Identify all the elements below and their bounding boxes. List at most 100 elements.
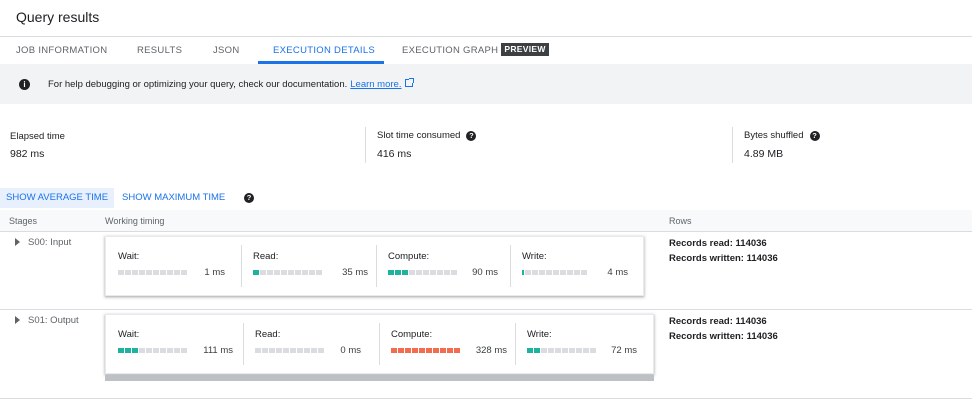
timing-value: 35 ms — [342, 267, 368, 278]
timing-bar-cell — [546, 270, 552, 275]
elapsed-time-label: Elapsed time — [10, 131, 65, 142]
timing-bar-cell-filled — [395, 270, 401, 275]
timing-bar-cell — [576, 348, 582, 353]
rows-info: Records read: 114036 Records written: 11… — [669, 314, 778, 344]
timing-bar-cell — [167, 270, 173, 275]
tab-job-information[interactable]: JOB INFORMATION — [16, 37, 107, 64]
timing-bar-cell-filled — [433, 348, 439, 353]
timing-bar-cell — [153, 348, 159, 353]
timing-bar — [522, 270, 587, 275]
timing-segment: Read: 0 ms — [243, 315, 379, 373]
tab-results[interactable]: RESULTS — [137, 37, 182, 64]
timing-bar-cell-filled — [534, 348, 540, 353]
timing-bar-cell-filled — [132, 348, 138, 353]
slot-time-value: 416 ms — [377, 148, 412, 160]
timing-label: Compute: — [391, 329, 433, 340]
timing-bar — [255, 348, 324, 353]
timing-bar-cell — [581, 270, 587, 275]
timing-bar-cell — [125, 270, 131, 275]
bytes-shuffled-label-text: Bytes shuffled — [744, 130, 804, 141]
timing-label: Wait: — [118, 251, 140, 262]
timing-value: 90 ms — [472, 267, 498, 278]
timing-bar-cell — [295, 270, 301, 275]
timing-value: 0 ms — [340, 345, 361, 356]
stat-divider — [732, 127, 733, 163]
timing-bar-cell — [437, 270, 443, 275]
timing-bar-cell-filled — [447, 348, 453, 353]
slot-time-label: Slot time consumed? — [377, 130, 477, 141]
timing-segment: Wait: 1 ms — [106, 237, 241, 295]
timing-bar-cell — [160, 270, 166, 275]
timing-bar-cell-filled — [398, 348, 404, 353]
learn-more-link[interactable]: Learn more. — [350, 79, 401, 90]
preview-badge: PREVIEW — [501, 43, 549, 56]
timing-bar-cell — [567, 270, 573, 275]
timing-bar — [391, 348, 460, 353]
horizontal-scrollbar[interactable] — [105, 375, 654, 381]
timing-bar-cell — [174, 348, 180, 353]
timing-bar-cell — [283, 348, 289, 353]
timing-segment: Write: 4 ms — [510, 237, 643, 295]
timing-bar-cell — [451, 270, 457, 275]
stage-row-toggle[interactable]: S01: Output — [15, 315, 79, 326]
timing-bar-cell — [174, 270, 180, 275]
show-average-time-button[interactable]: SHOW AVERAGE TIME — [0, 188, 115, 208]
timing-bar-cell — [269, 348, 275, 353]
timing-bar-cell — [304, 348, 310, 353]
timing-bar-cell — [590, 348, 596, 353]
timing-bar-cell — [146, 270, 152, 275]
timing-bar-cell — [423, 270, 429, 275]
timing-bar-cell — [444, 270, 450, 275]
timing-bar — [118, 348, 187, 353]
timing-bar-cell — [532, 270, 538, 275]
help-icon[interactable]: ? — [244, 193, 254, 203]
timing-bar-cell — [416, 270, 422, 275]
timing-bar-cell — [539, 270, 545, 275]
external-link-icon — [405, 78, 415, 87]
timing-bar-cell — [139, 270, 145, 275]
timing-bar-cell-filled — [419, 348, 425, 353]
timing-label: Wait: — [118, 329, 140, 340]
help-icon[interactable]: ? — [809, 131, 820, 141]
timing-bar — [388, 270, 457, 275]
timing-bar-cell — [267, 270, 273, 275]
timing-bar-cell-filled — [125, 348, 131, 353]
timing-bar-cell — [583, 348, 589, 353]
timing-bar-cell-filled — [402, 270, 408, 275]
timing-value: 4 ms — [607, 267, 628, 278]
tab-execution-graph[interactable]: EXECUTION GRAPH PREVIEW — [402, 37, 549, 64]
tab-execution-details[interactable]: EXECUTION DETAILS — [273, 37, 375, 64]
timing-value: 111 ms — [203, 345, 233, 356]
timing-bar-cell — [525, 270, 531, 275]
timing-bar-cell — [160, 348, 166, 353]
timing-bar-cell — [318, 348, 324, 353]
timing-bar-cell — [276, 348, 282, 353]
timing-segment: Compute: 328 ms — [379, 315, 515, 373]
timing-segment: Wait: 111 ms — [106, 315, 243, 373]
timing-bar-cell — [132, 270, 138, 275]
timing-bar-cell-filled — [405, 348, 411, 353]
show-maximum-time-button[interactable]: SHOW MAXIMUM TIME — [116, 188, 231, 208]
records-written: Records written: 114036 — [669, 253, 778, 264]
timing-bar — [118, 270, 187, 275]
help-icon[interactable]: ? — [466, 131, 477, 141]
rows-info: Records read: 114036 Records written: 11… — [669, 236, 778, 266]
timing-bar-cell — [262, 348, 268, 353]
timing-bar-cell — [290, 348, 296, 353]
records-read: Records read: 114036 — [669, 238, 767, 249]
tab-json[interactable]: JSON — [213, 37, 240, 64]
timing-bar-cell — [288, 270, 294, 275]
timing-bar-cell — [541, 348, 547, 353]
timing-bar-cell-filled — [440, 348, 446, 353]
stage-row-toggle[interactable]: S00: Input — [15, 237, 71, 248]
stage-name: S01: Output — [28, 315, 79, 326]
timing-segment: Compute: 90 ms — [376, 237, 510, 295]
timing-bar-cell-filled — [426, 348, 432, 353]
records-written: Records written: 114036 — [669, 331, 778, 342]
timing-bar-cell — [118, 270, 124, 275]
page-title: Query results — [16, 9, 100, 25]
timing-bar-cell-filled — [522, 270, 524, 275]
timing-bar-cell — [555, 348, 561, 353]
timing-label: Write: — [522, 251, 547, 262]
timing-bar-cell — [311, 348, 317, 353]
